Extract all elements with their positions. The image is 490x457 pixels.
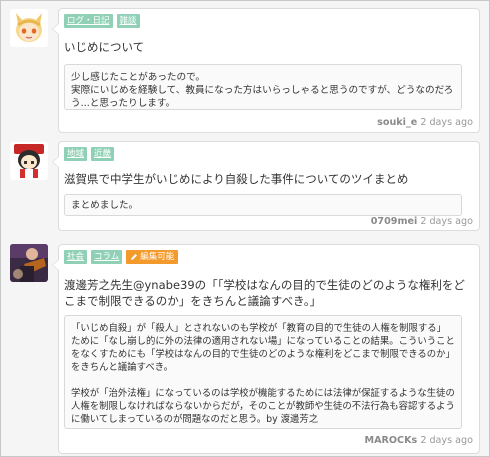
tag-link[interactable]: コラム: [91, 250, 123, 264]
post-body-text: 少し感じたことがあったので。 実際にいじめを経験して、教員になった方はいらっしゃ…: [71, 72, 454, 109]
tag-link[interactable]: 近畿: [91, 147, 115, 161]
post-title[interactable]: いじめについて: [64, 39, 144, 55]
author-link[interactable]: MAROCKs: [365, 435, 418, 446]
post-list: ログ・日記 雑談 いじめについて 少し感じたことがあったので。 実際にいじめを経…: [0, 0, 490, 457]
post-body: 「いじめ自殺」が「殺人」とされないのも学校が「教育の目的で生徒の人権を制限する」…: [64, 315, 462, 429]
avatar[interactable]: [10, 244, 48, 282]
post-card: 社会 コラム 編集可能 渡邊芳之先生@ynabe39の「「学校はなんの目的で生徒…: [52, 244, 480, 454]
post-body: まとめました。: [64, 194, 462, 216]
post-body-text: まとめました。: [71, 200, 139, 211]
tag-link[interactable]: 社会: [64, 250, 88, 264]
tag-list: 地域 近畿: [64, 147, 115, 161]
author-link[interactable]: 0709mei: [371, 216, 418, 227]
tag-list: 社会 コラム 編集可能: [64, 250, 179, 264]
avatar[interactable]: [10, 9, 48, 47]
timestamp: 2 days ago: [420, 435, 473, 446]
tag-link[interactable]: 地域: [64, 147, 88, 161]
post-card: 地域 近畿 滋賀県で中学生がいじめにより自殺した事件についてのツイまとめ まとめ…: [52, 141, 480, 231]
avatar[interactable]: [10, 142, 48, 180]
editable-badge[interactable]: 編集可能: [126, 250, 179, 264]
timestamp: 2 days ago: [420, 216, 473, 227]
post-title[interactable]: 滋賀県で中学生がいじめにより自殺した事件についてのツイまとめ: [64, 171, 408, 187]
pencil-icon: [131, 254, 138, 260]
post-meta: 0709mei 2 days ago: [371, 216, 473, 227]
post-body-text: 「いじめ自殺」が「殺人」とされないのも学校が「教育の目的で生徒の人権を制限する」…: [71, 323, 455, 425]
post-meta: MAROCKs 2 days ago: [365, 435, 473, 446]
editable-label: 編集可能: [140, 252, 175, 262]
shrine-maiden-icon: [10, 142, 48, 180]
author-link[interactable]: souki_e: [377, 117, 417, 128]
cat-ears-girl-icon: [10, 9, 48, 47]
timestamp: 2 days ago: [420, 117, 473, 128]
post-title[interactable]: 渡邊芳之先生@ynabe39の「「学校はなんの目的で生徒のどのような権利をどこま…: [64, 277, 474, 309]
post-body: 少し感じたことがあったので。 実際にいじめを経験して、教員になった方はいらっしゃ…: [64, 64, 462, 110]
tag-link[interactable]: 雑談: [116, 14, 140, 28]
guitarist-photo-icon: [10, 244, 48, 282]
post-meta: souki_e 2 days ago: [377, 117, 473, 128]
post-card: ログ・日記 雑談 いじめについて 少し感じたことがあったので。 実際にいじめを経…: [52, 8, 480, 133]
tag-link[interactable]: ログ・日記: [64, 14, 113, 28]
tag-list: ログ・日記 雑談: [64, 14, 140, 28]
